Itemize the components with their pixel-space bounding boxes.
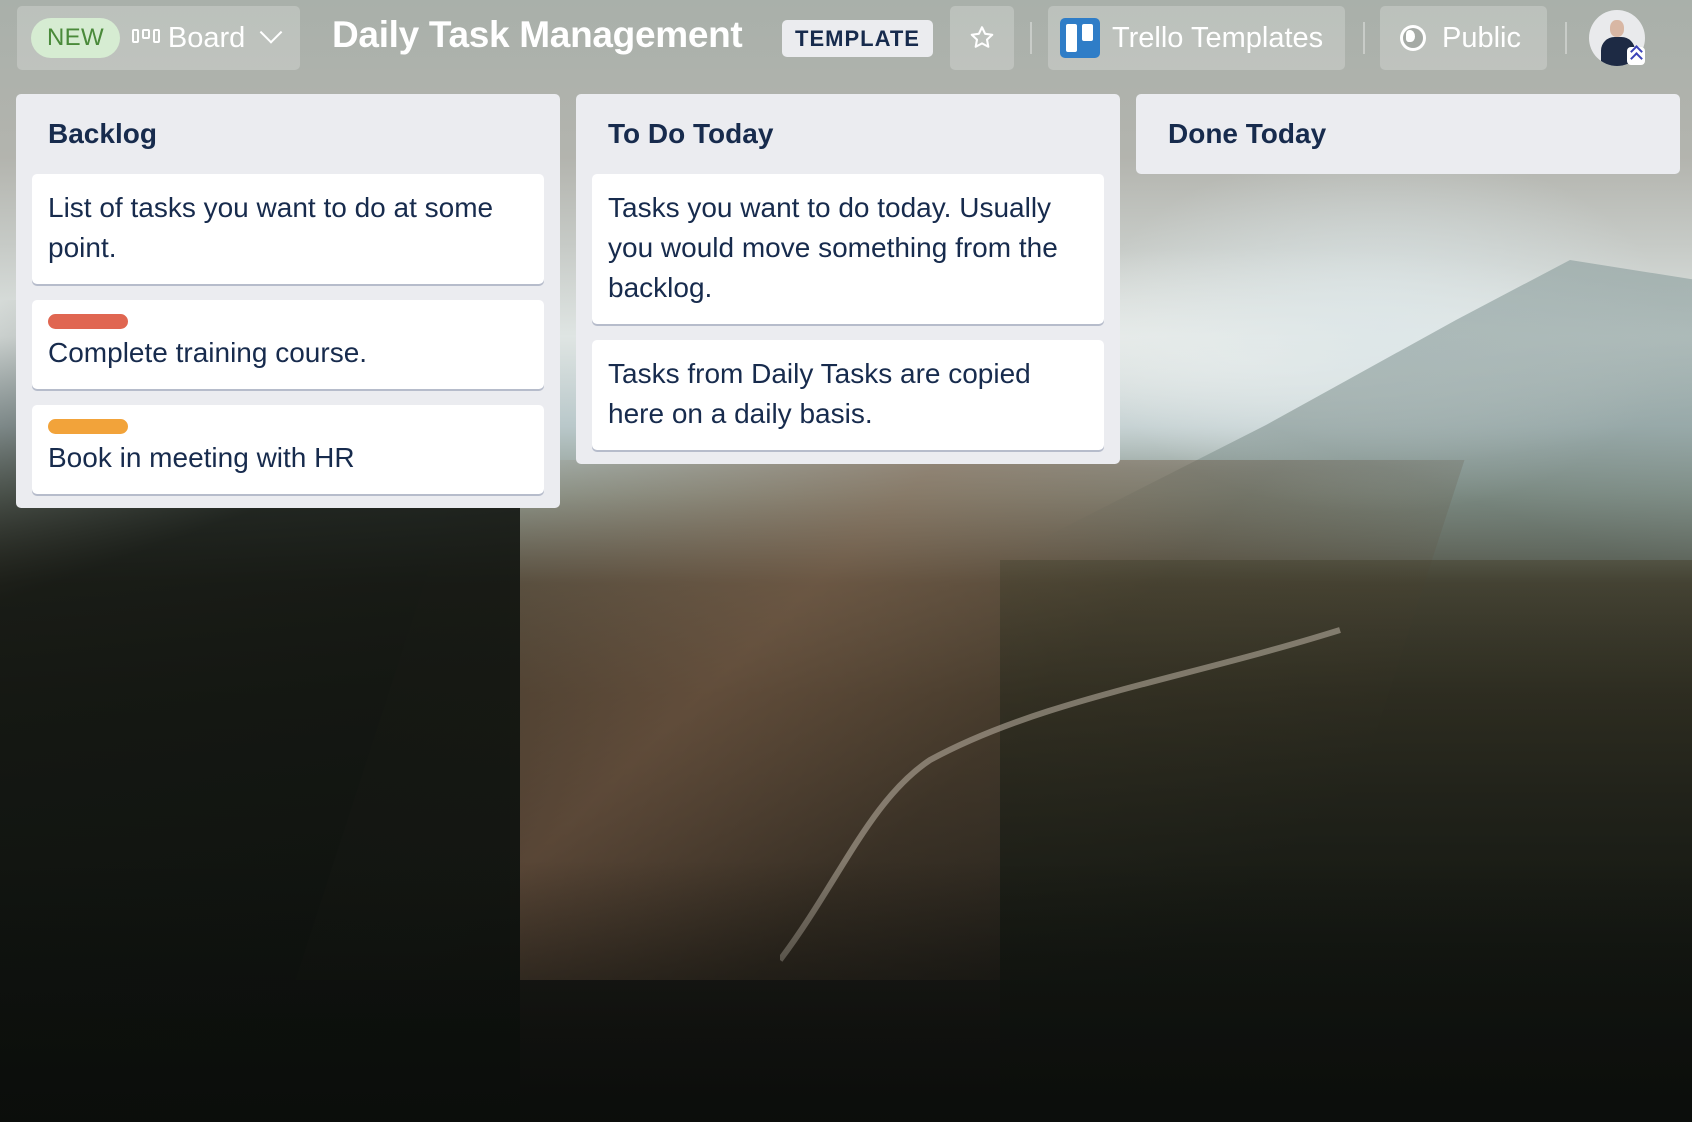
card-title: List of tasks you want to do at some poi…: [48, 192, 494, 263]
workspace-label: Trello Templates: [1112, 21, 1324, 54]
chevron-down-icon: [259, 21, 283, 44]
globe-icon: [1400, 25, 1426, 51]
card-title: Book in meeting with HR: [48, 442, 355, 473]
card-label-orange[interactable]: [48, 419, 128, 434]
header-divider: [1363, 22, 1365, 54]
card[interactable]: List of tasks you want to do at some poi…: [32, 174, 544, 284]
header-divider: [1565, 22, 1567, 54]
board-header: NEW Board Daily Task Management TEMPLATE…: [0, 0, 1692, 80]
card-title: Tasks from Daily Tasks are copied here o…: [608, 358, 1031, 429]
avatar-head: [1610, 20, 1624, 37]
list-title[interactable]: To Do Today: [592, 94, 1104, 174]
background-shade: [0, 860, 1692, 1122]
list-done-today[interactable]: Done Today: [1136, 94, 1680, 174]
double-chevron-up-icon: [1627, 45, 1645, 65]
star-board-button[interactable]: [950, 6, 1014, 70]
card[interactable]: Tasks from Daily Tasks are copied here o…: [592, 340, 1104, 450]
card[interactable]: Complete training course.: [32, 300, 544, 389]
board-columns-icon: [131, 29, 160, 47]
list-title[interactable]: Done Today: [1152, 94, 1664, 174]
visibility-button[interactable]: Public: [1380, 6, 1547, 70]
template-badge: TEMPLATE: [782, 20, 933, 57]
list-backlog[interactable]: Backlog List of tasks you want to do at …: [16, 94, 560, 508]
card-title: Complete training course.: [48, 337, 368, 368]
view-label: Board: [167, 21, 246, 54]
visibility-label: Public: [1442, 21, 1521, 54]
view-switcher-button[interactable]: NEW Board: [17, 6, 300, 70]
card[interactable]: Book in meeting with HR: [32, 405, 544, 494]
workspace-button[interactable]: Trello Templates: [1048, 6, 1345, 70]
new-badge: NEW: [31, 18, 120, 58]
board-title[interactable]: Daily Task Management: [332, 14, 743, 56]
trello-logo-icon: [1060, 18, 1100, 58]
list-title[interactable]: Backlog: [32, 94, 544, 174]
header-divider: [1030, 22, 1032, 54]
card-label-red[interactable]: [48, 314, 128, 329]
list-to-do-today[interactable]: To Do Today Tasks you want to do today. …: [576, 94, 1120, 464]
star-outline-icon: [970, 26, 994, 48]
card-title: Tasks you want to do today. Usually you …: [608, 192, 1058, 303]
card[interactable]: Tasks you want to do today. Usually you …: [592, 174, 1104, 324]
